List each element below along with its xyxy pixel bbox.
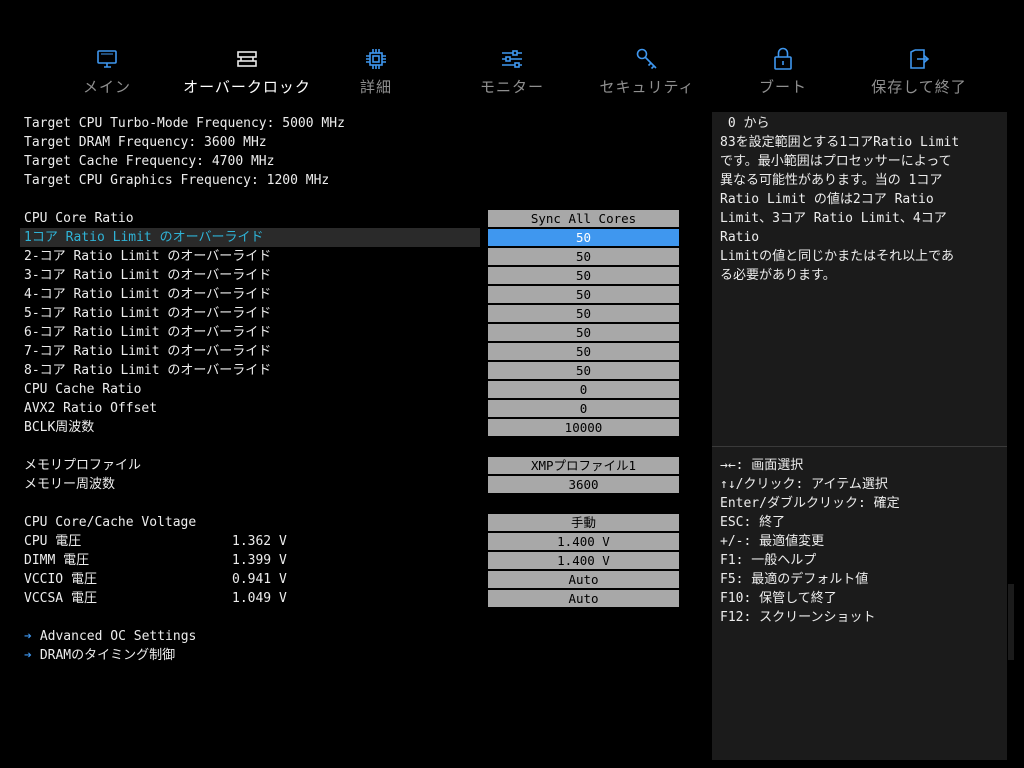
target-cache-frequency: Target Cache Frequency: 4700 MHz (24, 154, 275, 169)
key-hint-confirm: Enter/ダブルクリック: 確定 (720, 496, 900, 511)
tab-boot-label: ブート (758, 78, 807, 96)
tab-monitor-label: モニター (479, 78, 544, 96)
vccsa-voltage-field[interactable]: Auto (488, 590, 679, 607)
advanced-oc-settings-label: Advanced OC Settings (39, 629, 197, 644)
advanced-oc-settings-link[interactable]: ➔ Advanced OC Settings (24, 627, 196, 646)
ratio-limit-8-core-field[interactable]: 50 (488, 362, 679, 379)
cpu-voltage-field[interactable]: 1.400 V (488, 533, 679, 550)
dram-timing-control-link[interactable]: ➔ DRAMのタイミング制御 (24, 646, 175, 665)
tab-advanced-label: 詳細 (359, 78, 392, 96)
vccsa-voltage-current: 1.049 V (232, 591, 287, 606)
ratio-limit-3-core-label: 3-コア Ratio Limit のオーバーライド (24, 268, 272, 283)
vccsa-voltage-label: VCCSA 電圧 (24, 591, 97, 606)
cpu-chip-icon (311, 46, 441, 72)
avx2-ratio-offset-field[interactable]: 0 (488, 400, 679, 417)
dimm-voltage-current: 1.399 V (232, 553, 287, 568)
help-panel: 0 から 83を設定範囲とする1コアRatio Limit です。最小範囲はプロ… (712, 112, 1007, 760)
dimm-voltage-row: DIMM 電圧 1.399 V (24, 551, 287, 570)
cpu-cache-ratio-field[interactable]: 0 (488, 381, 679, 398)
tab-overclock-label: オーバークロック (183, 78, 311, 96)
key-hint-change-value: +/-: 最適値変更 (720, 534, 825, 549)
key-hint-exit: ESC: 終了 (720, 515, 786, 530)
avx2-ratio-offset-label: AVX2 Ratio Offset (24, 401, 158, 416)
key-icon (582, 46, 712, 72)
vccio-voltage-row: VCCIO 電圧 0.941 V (24, 570, 287, 589)
tab-overclock[interactable]: オーバークロック (182, 46, 312, 97)
memory-frequency-field[interactable]: 3600 (488, 476, 679, 493)
ratio-limit-5-core-field[interactable]: 50 (488, 305, 679, 322)
help-divider (712, 446, 1007, 447)
core-cache-voltage-field[interactable]: 手動 (488, 514, 679, 531)
arrow-right-icon: ➔ (24, 629, 32, 644)
tab-save-exit[interactable]: 保存して終了 (854, 46, 984, 97)
ratio-limit-5-core-label: 5-コア Ratio Limit のオーバーライド (24, 306, 272, 321)
cpu-core-ratio-field[interactable]: Sync All Cores (488, 210, 679, 227)
key-hint-screenshot: F12: スクリーンショット (720, 610, 876, 625)
help-scrollbar[interactable] (1008, 584, 1014, 660)
ratio-limit-3-core-field[interactable]: 50 (488, 267, 679, 284)
ratio-limit-1-core-field[interactable]: 50 (488, 229, 679, 246)
core-cache-voltage-label: CPU Core/Cache Voltage (24, 515, 197, 530)
memory-frequency-label: メモリー周波数 (24, 477, 116, 492)
target-cpu-turbo-frequency: Target CPU Turbo-Mode Frequency: 5000 MH… (24, 116, 345, 131)
ratio-limit-7-core-label: 7-コア Ratio Limit のオーバーライド (24, 344, 272, 359)
ratio-limit-7-core-field[interactable]: 50 (488, 343, 679, 360)
ratio-limit-1-core-label[interactable]: 1コア Ratio Limit のオーバーライド (24, 228, 263, 247)
bclk-frequency-label: BCLK周波数 (24, 420, 95, 435)
key-legend: →←: 画面選択 ↑↓/クリック: アイテム選択 Enter/ダブルクリック: … (720, 456, 900, 627)
cpu-voltage-label: CPU 電圧 (24, 534, 82, 549)
dram-timing-control-label: DRAMのタイミング制御 (39, 648, 176, 663)
lock-icon (718, 46, 848, 72)
memory-profile-label: メモリプロファイル (24, 458, 142, 473)
dimm-voltage-field[interactable]: 1.400 V (488, 552, 679, 569)
key-hint-optimized-defaults: F5: 最適のデフォルト値 (720, 572, 869, 587)
ratio-limit-2-core-label: 2-コア Ratio Limit のオーバーライド (24, 249, 272, 264)
key-hint-save-exit: F10: 保管して終了 (720, 591, 837, 606)
vccio-voltage-current: 0.941 V (232, 572, 287, 587)
vccsa-voltage-row: VCCSA 電圧 1.049 V (24, 589, 287, 608)
cpu-cache-ratio-label: CPU Cache Ratio (24, 382, 142, 397)
vccio-voltage-field[interactable]: Auto (488, 571, 679, 588)
tab-main[interactable]: メイン (42, 46, 172, 97)
memory-profile-field[interactable]: XMPプロファイル1 (488, 457, 679, 474)
dimm-voltage-label: DIMM 電圧 (24, 553, 90, 568)
target-graphics-frequency: Target CPU Graphics Frequency: 1200 MHz (24, 173, 330, 188)
tab-monitor[interactable]: モニター (447, 46, 577, 97)
ratio-limit-4-core-label: 4-コア Ratio Limit のオーバーライド (24, 287, 272, 302)
exit-door-icon (854, 46, 984, 72)
tab-advanced[interactable]: 詳細 (311, 46, 441, 97)
ratio-limit-2-core-field[interactable]: 50 (488, 248, 679, 265)
key-hint-screen-select: →←: 画面選択 (720, 458, 804, 473)
bclk-frequency-field[interactable]: 10000 (488, 419, 679, 436)
sliders-icon (447, 46, 577, 72)
vccio-voltage-label: VCCIO 電圧 (24, 572, 97, 587)
tab-boot[interactable]: ブート (718, 46, 848, 97)
main-icon (42, 46, 172, 72)
tab-save-exit-label: 保存して終了 (871, 78, 967, 96)
target-dram-frequency: Target DRAM Frequency: 3600 MHz (24, 135, 267, 150)
ratio-limit-6-core-field[interactable]: 50 (488, 324, 679, 341)
tab-security[interactable]: セキュリティ (582, 46, 712, 97)
help-description: 0 から 83を設定範囲とする1コアRatio Limit です。最小範囲はプロ… (720, 116, 960, 283)
arrow-right-icon: ➔ (24, 648, 32, 663)
tab-main-label: メイン (82, 78, 131, 96)
tab-security-label: セキュリティ (599, 78, 695, 96)
key-hint-item-select: ↑↓/クリック: アイテム選択 (720, 477, 888, 492)
ratio-limit-8-core-label: 8-コア Ratio Limit のオーバーライド (24, 363, 272, 378)
cpu-voltage-row: CPU 電圧 1.362 V (24, 532, 287, 551)
ratio-limit-4-core-field[interactable]: 50 (488, 286, 679, 303)
cpu-core-ratio-label: CPU Core Ratio (24, 211, 134, 226)
cpu-voltage-current: 1.362 V (232, 534, 287, 549)
key-hint-general-help: F1: 一般ヘルプ (720, 553, 817, 568)
overclock-icon (182, 46, 312, 72)
ratio-limit-6-core-label: 6-コア Ratio Limit のオーバーライド (24, 325, 272, 340)
